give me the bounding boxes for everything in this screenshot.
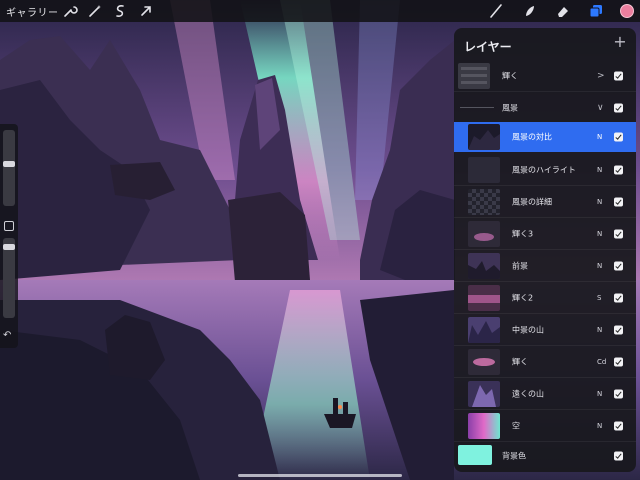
layer-thumbnail	[468, 189, 500, 215]
visibility-checkbox[interactable]	[614, 389, 623, 399]
visibility-checkbox[interactable]	[614, 103, 623, 113]
eraser-icon[interactable]	[555, 3, 571, 19]
undo-icon[interactable]: ↶	[3, 330, 11, 341]
background-color-swatch[interactable]	[458, 445, 492, 465]
visibility-checkbox[interactable]	[614, 451, 623, 461]
blend-mode-label[interactable]: N	[597, 326, 602, 334]
wrench-icon[interactable]	[62, 3, 78, 19]
top-toolbar: ギャラリー	[0, 0, 640, 22]
smudge-icon[interactable]	[522, 3, 538, 19]
visibility-checkbox[interactable]	[614, 71, 623, 81]
layer-row[interactable]: 前景 N	[454, 250, 636, 282]
layer-name: 輝く2	[512, 293, 534, 303]
layer-name: 輝く3	[512, 229, 534, 239]
blend-mode-label[interactable]: N	[597, 230, 602, 238]
visibility-checkbox[interactable]	[614, 229, 623, 239]
layer-row[interactable]: 輝く3 N	[454, 218, 636, 250]
layers-icon[interactable]	[588, 3, 604, 19]
visibility-checkbox[interactable]	[614, 293, 623, 303]
layer-row[interactable]: 風景の詳細 N	[454, 186, 636, 218]
blend-mode-label[interactable]: N	[597, 198, 602, 206]
blend-mode-label[interactable]: S	[597, 294, 601, 302]
layer-thumbnail	[468, 221, 500, 247]
layer-name: 空	[512, 421, 520, 431]
layer-row[interactable]: 輝く Cd	[454, 346, 636, 378]
layer-name: 中景の山	[512, 325, 544, 335]
home-indicator	[238, 474, 402, 477]
layer-row[interactable]: 輝く2 S	[454, 282, 636, 314]
layer-group-row[interactable]: 風景 ∨	[454, 94, 636, 122]
brush-size-slider-knob[interactable]	[3, 161, 15, 167]
blend-mode-label[interactable]: N	[597, 166, 602, 174]
layer-name: 風景の対比	[512, 132, 552, 142]
transform-arrow-icon[interactable]	[138, 3, 154, 19]
layers-panel: レイヤー + 輝く > 風景 ∨ 風景の対比 N 風景のハイライト N 風景の詳…	[454, 28, 636, 472]
blend-mode-label[interactable]: N	[597, 390, 602, 398]
layer-row-selected[interactable]: 風景の対比 N	[454, 122, 636, 152]
layer-thumbnail	[468, 317, 500, 343]
layer-row[interactable]: 空 N	[454, 410, 636, 442]
chevron-right-icon[interactable]: >	[597, 71, 605, 81]
plus-icon[interactable]: +	[612, 34, 628, 50]
layer-thumbnail	[468, 253, 500, 279]
visibility-checkbox[interactable]	[614, 132, 623, 142]
visibility-checkbox[interactable]	[614, 357, 623, 367]
layer-thumbnail	[458, 63, 490, 89]
background-color-row[interactable]: 背景色	[454, 442, 636, 470]
visibility-checkbox[interactable]	[614, 421, 623, 431]
layer-name: 風景	[502, 103, 518, 113]
magic-wand-icon[interactable]	[87, 3, 103, 19]
selection-icon[interactable]	[112, 3, 128, 19]
layer-name: 前景	[512, 261, 528, 271]
left-sidebar: ↶	[0, 124, 18, 348]
layer-group-row[interactable]: 輝く >	[454, 60, 636, 92]
layer-thumbnail	[468, 285, 500, 311]
visibility-checkbox[interactable]	[614, 325, 623, 335]
layer-row[interactable]: 中景の山 N	[454, 314, 636, 346]
brush-size-slider[interactable]	[3, 130, 15, 206]
visibility-checkbox[interactable]	[614, 165, 623, 175]
layer-row[interactable]: 風景のハイライト N	[454, 154, 636, 186]
blend-mode-label[interactable]: N	[597, 422, 602, 430]
group-divider	[460, 107, 494, 108]
blend-mode-label[interactable]: N	[597, 262, 602, 270]
panel-title: レイヤー	[464, 40, 512, 54]
layer-thumbnail	[468, 413, 500, 439]
layer-thumbnail	[468, 124, 500, 150]
layer-thumbnail	[468, 381, 500, 407]
layer-name: 輝く	[512, 357, 528, 367]
layer-name: 風景の詳細	[512, 197, 552, 207]
layer-name: 遠くの山	[512, 389, 544, 399]
visibility-checkbox[interactable]	[614, 197, 623, 207]
layer-row[interactable]: 遠くの山 N	[454, 378, 636, 410]
opacity-slider[interactable]	[3, 238, 15, 318]
layer-thumbnail	[468, 349, 500, 375]
layer-thumbnail	[468, 157, 500, 183]
layer-name: 風景のハイライト	[512, 165, 576, 175]
blend-mode-label[interactable]: Cd	[597, 358, 606, 366]
blend-mode-label[interactable]: N	[597, 133, 602, 141]
gallery-button[interactable]: ギャラリー	[6, 4, 59, 19]
visibility-checkbox[interactable]	[614, 261, 623, 271]
brush-icon[interactable]	[488, 3, 504, 19]
chevron-down-icon[interactable]: ∨	[597, 103, 604, 113]
layer-name: 輝く	[502, 71, 518, 81]
layer-name: 背景色	[502, 451, 526, 461]
color-picker-button[interactable]	[620, 4, 634, 18]
opacity-slider-knob[interactable]	[3, 244, 15, 250]
modify-button[interactable]	[4, 221, 14, 231]
